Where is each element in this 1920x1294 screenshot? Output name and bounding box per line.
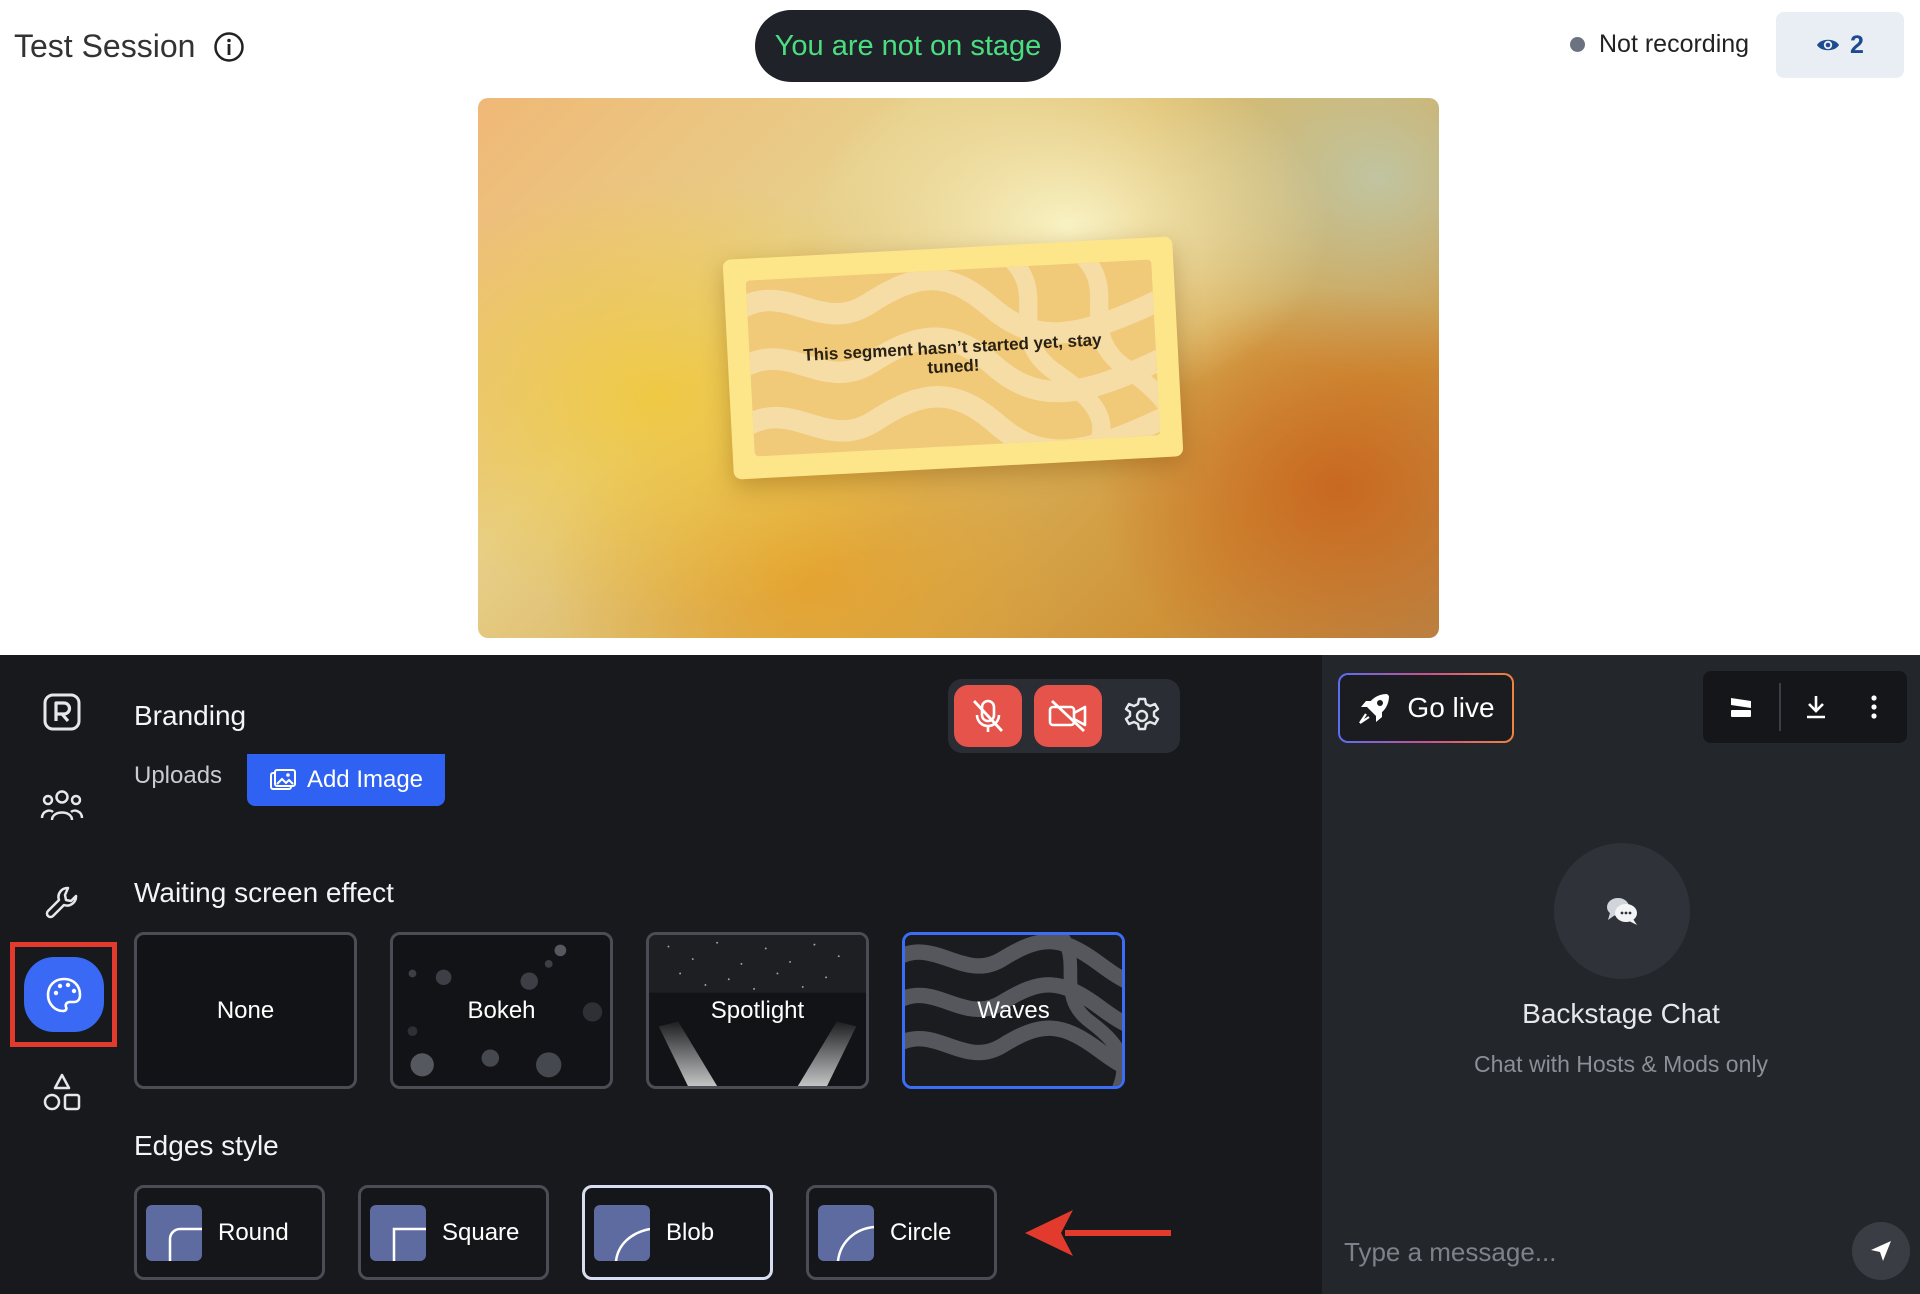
send-button[interactable] xyxy=(1852,1222,1910,1280)
chat-toolbar xyxy=(1703,671,1907,743)
effect-none[interactable]: None xyxy=(134,932,357,1089)
go-live-label: Go live xyxy=(1407,692,1495,723)
edges-style-title: Edges style xyxy=(134,1130,279,1161)
add-image-label: Add Image xyxy=(306,766,424,793)
edge-round[interactable]: Round xyxy=(134,1185,325,1280)
camera-off-icon xyxy=(1048,699,1087,733)
effect-waves[interactable]: Waves xyxy=(902,932,1125,1089)
camera-off-button[interactable] xyxy=(1034,685,1102,747)
blob-edge-icon xyxy=(594,1204,650,1261)
chat-subtitle: Chat with Hosts & Mods only xyxy=(1473,1051,1768,1077)
session-title: Test Session xyxy=(14,28,196,64)
effect-label: Bokeh xyxy=(467,996,536,1024)
download-icon xyxy=(1807,696,1825,719)
gear-icon xyxy=(1124,697,1160,731)
wrench-icon[interactable] xyxy=(37,877,87,927)
image-icon xyxy=(269,769,296,790)
banner-icon xyxy=(1731,698,1751,717)
waiting-effect-title: Waiting screen effect xyxy=(134,877,394,908)
circle-edge-icon xyxy=(818,1204,874,1261)
chat-bubble-icon xyxy=(1554,843,1690,979)
control-panel: Branding Uploads Add Image Waiting scree… xyxy=(0,655,1920,1294)
edge-label: Round xyxy=(218,1218,289,1246)
palette-icon[interactable] xyxy=(24,957,104,1032)
branding-tab-highlight[interactable] xyxy=(10,942,117,1047)
annotation-arrow-icon xyxy=(1025,1210,1171,1256)
shapes-icon[interactable] xyxy=(37,1068,87,1118)
stage-status-badge: You are not on stage xyxy=(755,10,1061,82)
settings-button[interactable] xyxy=(1108,685,1176,747)
effect-label: None xyxy=(216,996,275,1024)
people-icon[interactable] xyxy=(37,781,87,831)
stage-preview: This segment hasn’t started yet, stay tu… xyxy=(478,98,1439,638)
square-edge-icon xyxy=(370,1204,426,1261)
more-options-button[interactable] xyxy=(1849,682,1899,732)
chat-panel: Go live Backstage Chat Chat with Hosts &… xyxy=(1322,655,1920,1294)
rocket-icon xyxy=(1359,694,1390,724)
viewer-count: 2 xyxy=(1850,30,1864,59)
recording-status: Not recording xyxy=(1570,30,1749,59)
edge-square[interactable]: Square xyxy=(358,1185,549,1280)
edge-circle[interactable]: Circle xyxy=(806,1185,997,1280)
waiting-card: This segment hasn’t started yet, stay tu… xyxy=(722,236,1184,480)
go-live-button[interactable]: Go live xyxy=(1338,673,1514,743)
add-image-button[interactable]: Add Image xyxy=(247,754,445,806)
effect-label: Waves xyxy=(977,996,1050,1024)
effect-label: Spotlight xyxy=(710,996,805,1024)
logo-icon[interactable] xyxy=(37,687,87,737)
branding-title: Branding xyxy=(134,700,247,731)
mic-off-icon xyxy=(972,699,1004,732)
recording-status-label: Not recording xyxy=(1599,30,1750,58)
side-rail xyxy=(0,655,124,1294)
effect-spotlight[interactable]: Spotlight xyxy=(646,932,869,1089)
toolbar-divider xyxy=(1779,683,1781,731)
more-vertical-icon xyxy=(1871,695,1877,719)
round-edge-icon xyxy=(146,1204,202,1261)
banner-button[interactable] xyxy=(1716,682,1766,732)
av-controls xyxy=(948,679,1180,753)
effect-bokeh[interactable]: Bokeh xyxy=(390,932,613,1089)
viewer-count-button[interactable]: 2 xyxy=(1776,12,1904,78)
edge-blob[interactable]: Blob xyxy=(582,1185,773,1280)
info-icon[interactable] xyxy=(213,31,245,63)
recording-dot-icon xyxy=(1570,37,1585,52)
uploads-label: Uploads xyxy=(134,762,223,789)
session-title-group: Test Session xyxy=(14,28,245,65)
eye-icon xyxy=(1817,39,1840,51)
send-icon xyxy=(1871,1241,1891,1261)
download-button[interactable] xyxy=(1791,682,1841,732)
edge-label: Blob xyxy=(666,1218,715,1246)
waiting-message: This segment hasn’t started yet, stay tu… xyxy=(802,330,1103,378)
chat-title: Backstage Chat xyxy=(1522,998,1720,1029)
edge-label: Circle xyxy=(890,1218,952,1246)
chat-message-input[interactable] xyxy=(1344,1237,1804,1268)
edge-label: Square xyxy=(442,1218,520,1246)
mic-off-button[interactable] xyxy=(954,685,1022,747)
